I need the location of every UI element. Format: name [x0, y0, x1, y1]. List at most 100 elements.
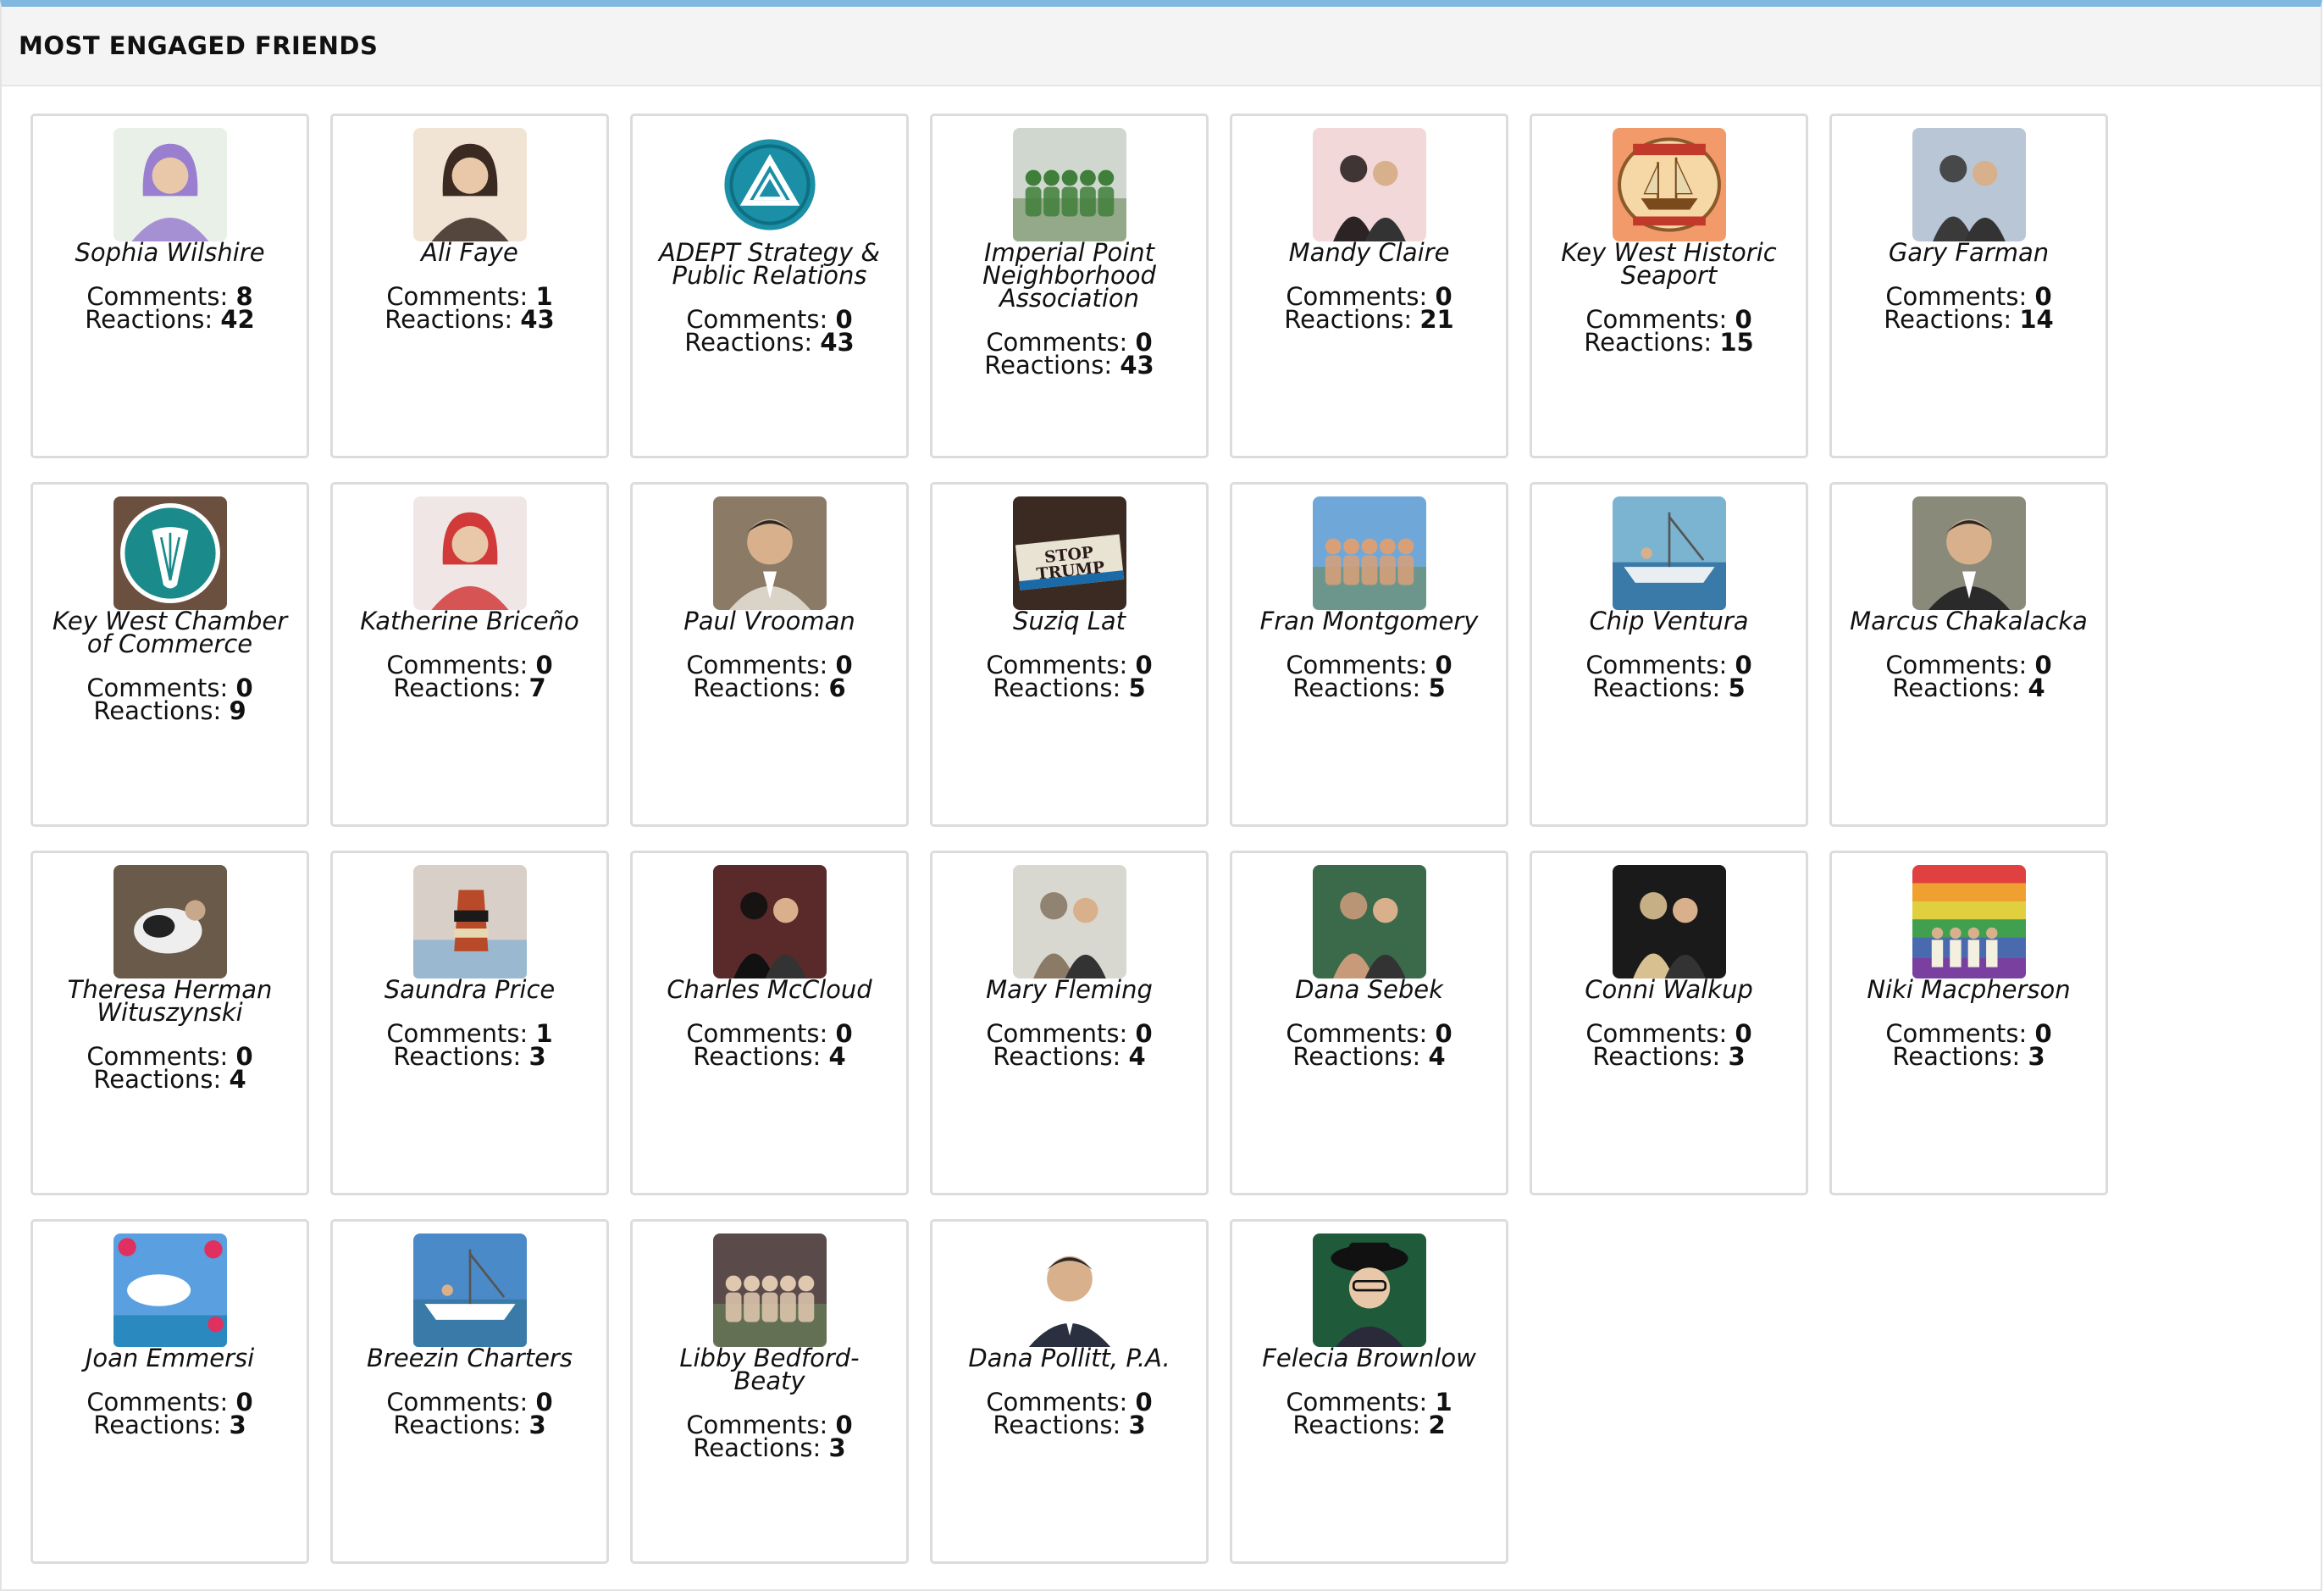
- friend-card[interactable]: Felecia Brownlow Comments: 1 Reactions: 2: [1230, 1219, 1508, 1564]
- friend-name[interactable]: ADEPT Strategy & Public Relations: [633, 241, 906, 288]
- reactions-count: 42: [220, 305, 255, 334]
- friend-stats: Comments: 1 Reactions: 3: [333, 1022, 606, 1069]
- avatar[interactable]: [1912, 865, 2026, 978]
- friend-name[interactable]: Felecia Brownlow: [1232, 1346, 1506, 1371]
- friend-card[interactable]: Charles McCloud Comments: 0 Reactions: 4: [630, 851, 909, 1195]
- friend-card[interactable]: Mary Fleming Comments: 0 Reactions: 4: [930, 851, 1209, 1195]
- friend-card[interactable]: Key West Historic Seaport Comments: 0 Reac…: [1530, 114, 1808, 458]
- avatar[interactable]: [412, 865, 527, 978]
- avatar[interactable]: [412, 496, 527, 610]
- friend-card[interactable]: Dana Sebek Comments: 0 Reactions: 4: [1230, 851, 1508, 1195]
- friend-name[interactable]: Dana Pollitt, P.A.: [932, 1346, 1206, 1371]
- avatar[interactable]: [1612, 496, 1726, 610]
- avatar[interactable]: [1012, 865, 1126, 978]
- avatar[interactable]: [1612, 865, 1726, 978]
- avatar[interactable]: [412, 1233, 527, 1347]
- reactions-row: Reactions: 15: [1532, 330, 1806, 355]
- reactions-count: 14: [2019, 305, 2054, 334]
- friend-name[interactable]: Conni Walkup: [1532, 978, 1806, 1002]
- friend-stats: Comments: 0 Reactions: 5: [1232, 653, 1506, 701]
- reactions-row: Reactions: 3: [33, 1413, 307, 1438]
- friend-card[interactable]: Dana Pollitt, P.A. Comments: 0 Reactions: …: [930, 1219, 1209, 1564]
- friend-card[interactable]: Libby Bedford-Beaty Comments: 0 Reactions:…: [630, 1219, 909, 1564]
- reactions-label: Reactions:: [693, 1042, 829, 1071]
- avatar[interactable]: [1012, 128, 1126, 241]
- avatar[interactable]: [1912, 128, 2026, 241]
- avatar[interactable]: [1312, 496, 1426, 610]
- friend-card[interactable]: Conni Walkup Comments: 0 Reactions: 3: [1530, 851, 1808, 1195]
- reactions-row: Reactions: 3: [1832, 1045, 2105, 1069]
- friend-card[interactable]: Theresa Herman Wituszynski Comments: 0 Rea…: [30, 851, 309, 1195]
- friend-card[interactable]: Niki Macpherson Comments: 0 Reactions: 3: [1829, 851, 2108, 1195]
- friend-card[interactable]: Saundra Price Comments: 1 Reactions: 3: [330, 851, 609, 1195]
- friend-name[interactable]: Chip Ventura: [1532, 609, 1806, 634]
- friend-name[interactable]: Gary Farman: [1832, 241, 2105, 265]
- friend-card[interactable]: Katherine Briceño Comments: 0 Reactions: 7: [330, 482, 609, 827]
- friend-name[interactable]: Ali Faye: [333, 241, 606, 265]
- friend-card[interactable]: Joan Emmersi Comments: 0 Reactions: 3: [30, 1219, 309, 1564]
- friend-name[interactable]: Paul Vrooman: [633, 609, 906, 634]
- friend-name[interactable]: Mandy Claire: [1232, 241, 1506, 265]
- friend-name[interactable]: Suziq Lat: [932, 609, 1206, 634]
- reactions-label: Reactions:: [684, 328, 821, 357]
- avatar[interactable]: [712, 496, 827, 610]
- reactions-row: Reactions: 14: [1832, 305, 2105, 334]
- reactions-row: Reactions: 42: [33, 305, 307, 334]
- avatar[interactable]: [1612, 128, 1726, 241]
- friend-card[interactable]: Breezin Charters Comments: 0 Reactions: 3: [330, 1219, 609, 1564]
- friend-stats: Comments: 1 Reactions: 43: [333, 285, 606, 332]
- friend-stats: Comments: 0 Reactions: 4: [1832, 653, 2105, 701]
- friend-card[interactable]: Mandy Claire Comments: 0 Reactions: 21: [1230, 114, 1508, 458]
- friend-name[interactable]: Theresa Herman Wituszynski: [33, 978, 307, 1025]
- friend-name[interactable]: Dana Sebek: [1232, 978, 1506, 1002]
- friend-name[interactable]: Joan Emmersi: [33, 1346, 307, 1371]
- friend-name[interactable]: Katherine Briceño: [333, 609, 606, 634]
- friend-name[interactable]: Charles McCloud: [633, 978, 906, 1002]
- avatar[interactable]: [712, 1233, 827, 1347]
- avatar[interactable]: [712, 128, 827, 241]
- avatar[interactable]: [113, 865, 227, 978]
- friend-name[interactable]: Key West Historic Seaport: [1532, 241, 1806, 288]
- friend-card[interactable]: Ali Faye Comments: 1 Reactions: 43: [330, 114, 609, 458]
- friend-name[interactable]: Niki Macpherson: [1832, 978, 2105, 1002]
- avatar[interactable]: [1312, 865, 1426, 978]
- avatar[interactable]: [1012, 1233, 1126, 1347]
- avatar[interactable]: [1912, 496, 2026, 610]
- friend-card[interactable]: ADEPT Strategy & Public Relations Comment…: [630, 114, 909, 458]
- friend-name[interactable]: Key West Chamber of Commerce: [33, 609, 307, 657]
- friend-card[interactable]: Paul Vrooman Comments: 0 Reactions: 6: [630, 482, 909, 827]
- reactions-count: 43: [1120, 351, 1154, 380]
- avatar[interactable]: [1312, 1233, 1426, 1347]
- friend-stats: Comments: 8 Reactions: 42: [33, 285, 307, 334]
- reactions-count: 4: [828, 1042, 846, 1071]
- reactions-count: 3: [528, 1411, 546, 1439]
- avatar[interactable]: [113, 496, 227, 610]
- friend-name[interactable]: Imperial Point Neighborhood Association: [932, 241, 1206, 311]
- friend-card[interactable]: Fran Montgomery Comments: 0 Reactions: 5: [1230, 482, 1508, 827]
- friend-card[interactable]: Chip Ventura Comments: 0 Reactions: 5: [1530, 482, 1808, 827]
- friend-card[interactable]: Gary Farman Comments: 0 Reactions: 14: [1829, 114, 2108, 458]
- friend-name[interactable]: Libby Bedford-Beaty: [633, 1346, 906, 1394]
- friend-name[interactable]: Mary Fleming: [932, 978, 1206, 1002]
- friend-name[interactable]: Fran Montgomery: [1232, 609, 1506, 634]
- friend-name[interactable]: Breezin Charters: [333, 1346, 606, 1371]
- reactions-row: Reactions: 3: [333, 1045, 606, 1069]
- friend-name[interactable]: Sophia Wilshire: [33, 241, 307, 265]
- friend-name[interactable]: Saundra Price: [333, 978, 606, 1002]
- friend-card[interactable]: Marcus Chakalacka Comments: 0 Reactions: 4: [1829, 482, 2108, 827]
- avatar[interactable]: [113, 1233, 227, 1347]
- friend-card[interactable]: Sophia Wilshire Comments: 8 Reactions: 42: [30, 114, 309, 458]
- avatar[interactable]: STOPTRUMP: [1012, 496, 1126, 610]
- friend-card[interactable]: Imperial Point Neighborhood Association C…: [930, 114, 1209, 458]
- friend-name[interactable]: Marcus Chakalacka: [1832, 609, 2105, 634]
- reactions-label: Reactions:: [984, 351, 1120, 380]
- friend-stats: Comments: 0 Reactions: 14: [1832, 285, 2105, 334]
- avatar[interactable]: [1312, 128, 1426, 241]
- friend-card[interactable]: Key West Chamber of Commerce Comments: 0R…: [30, 482, 309, 827]
- friend-stats: Comments: 0 Reactions: 5: [932, 653, 1206, 701]
- avatar[interactable]: [412, 128, 527, 241]
- friend-card[interactable]: STOP TRUMP Suziq Lat Comments: 0 Reactions: …: [930, 482, 1209, 827]
- reactions-label: Reactions:: [93, 1065, 230, 1094]
- avatar[interactable]: [113, 128, 227, 241]
- avatar[interactable]: [712, 865, 827, 978]
